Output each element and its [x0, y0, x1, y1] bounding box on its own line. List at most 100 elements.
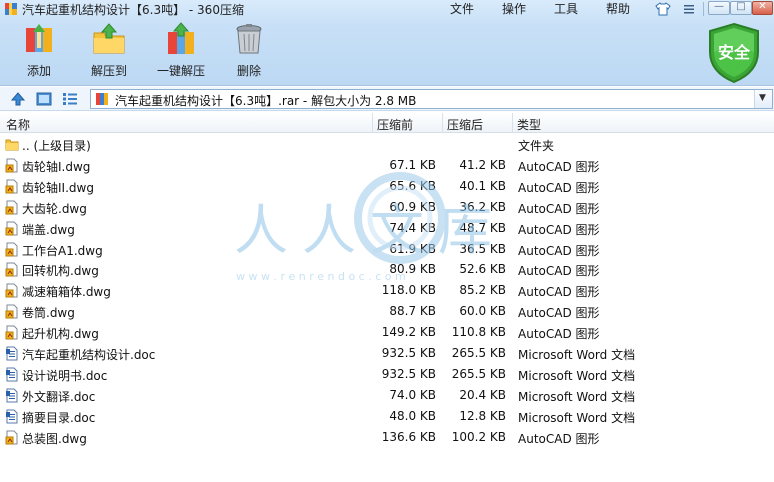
doc-file-icon: [5, 346, 19, 361]
column-type[interactable]: 类型: [517, 116, 541, 133]
file-compressed-size: 67.1 KB: [389, 157, 436, 172]
one-click-extract-button[interactable]: 一键解压: [146, 22, 216, 84]
minimize-icon: —: [714, 1, 724, 12]
file-name: 回转机构.dwg: [22, 264, 99, 279]
column-divider[interactable]: [512, 113, 513, 133]
column-divider[interactable]: [372, 113, 373, 133]
file-row[interactable]: 摘要目录.doc 48.0 KB 12.8 KB Microsoft Word 文档: [0, 406, 774, 427]
file-list[interactable]: .. (上级目录) 文件夹齿轮轴I.dwg 67.1 KB 41.2 KB AutoCA…: [0, 134, 774, 482]
app-icon: [5, 3, 17, 15]
maximize-button[interactable]: □: [730, 1, 752, 15]
file-row[interactable]: 汽车起重机结构设计.doc 932.5 KB 265.5 KB Microsoft W…: [0, 343, 774, 364]
trash-icon: [236, 24, 262, 54]
rar-archive-icon: [96, 93, 108, 105]
file-row[interactable]: 工作台A1.dwg 61.9 KB 36.5 KB AutoCAD 图形: [0, 239, 774, 260]
delete-button[interactable]: 删除: [214, 22, 284, 84]
file-compressed-size: 74.4 KB: [389, 220, 436, 235]
window-title: 汽车起重机结构设计【6.3吨】 - 360压缩: [22, 3, 244, 17]
dwg-file-icon: [5, 325, 19, 340]
file-compressed-size: 65.6 KB: [389, 178, 436, 193]
file-compressed-size: 74.0 KB: [389, 387, 436, 402]
file-type: Microsoft Word 文档: [518, 368, 636, 383]
file-uncompressed-size: 12.8 KB: [459, 408, 506, 423]
column-name[interactable]: 名称: [6, 116, 30, 133]
list-view-icon[interactable]: [62, 91, 78, 107]
dwg-file-icon: [5, 262, 19, 277]
menu-help[interactable]: 帮助: [606, 0, 630, 18]
file-type: AutoCAD 图形: [518, 180, 600, 195]
dwg-file-icon: [5, 179, 19, 194]
maximize-icon: □: [736, 1, 746, 12]
menu-tools[interactable]: 工具: [554, 0, 578, 18]
file-uncompressed-size: 265.5 KB: [451, 366, 506, 381]
menu-operations[interactable]: 操作: [502, 0, 526, 18]
file-row[interactable]: 回转机构.dwg 80.9 KB 52.6 KB AutoCAD 图形: [0, 259, 774, 280]
file-type: 文件夹: [518, 139, 555, 153]
column-uncompressed[interactable]: 压缩后: [447, 116, 483, 133]
up-level-icon[interactable]: [10, 91, 26, 107]
file-name: 外文翻译.doc: [22, 389, 96, 404]
folder-icon: [5, 137, 19, 152]
file-type: AutoCAD 图形: [518, 285, 600, 300]
file-type: Microsoft Word 文档: [518, 389, 636, 404]
file-name: 齿轮轴I.dwg: [22, 159, 91, 174]
file-row[interactable]: 齿轮轴I.dwg 67.1 KB 41.2 KB AutoCAD 图形: [0, 155, 774, 176]
file-type: AutoCAD 图形: [518, 327, 600, 342]
file-type: AutoCAD 图形: [518, 201, 600, 216]
one-click-extract-icon: [168, 22, 194, 54]
dropdown-menu-icon[interactable]: [683, 3, 695, 15]
add-button[interactable]: 添加: [4, 22, 74, 84]
file-type: AutoCAD 图形: [518, 159, 600, 174]
dwg-file-icon: [5, 221, 19, 236]
file-uncompressed-size: 100.2 KB: [451, 429, 506, 444]
address-row: 汽车起重机结构设计【6.3吨】.rar - 解包大小为 2.8 MB ▼: [0, 87, 774, 111]
file-name: 齿轮轴II.dwg: [22, 180, 94, 195]
file-compressed-size: 60.9 KB: [389, 199, 436, 214]
column-header: 名称 压缩前 压缩后 类型: [0, 113, 774, 133]
file-row[interactable]: 减速箱箱体.dwg 118.0 KB 85.2 KB AutoCAD 图形: [0, 280, 774, 301]
close-button[interactable]: ✕: [752, 1, 773, 15]
column-divider[interactable]: [442, 113, 443, 133]
file-row[interactable]: 大齿轮.dwg 60.9 KB 36.2 KB AutoCAD 图形: [0, 197, 774, 218]
file-uncompressed-size: 48.7 KB: [459, 220, 506, 235]
security-shield[interactable]: 安全: [706, 22, 762, 84]
minimize-button[interactable]: —: [708, 1, 730, 15]
file-name: 起升机构.dwg: [22, 327, 99, 342]
file-compressed-size: 80.9 KB: [389, 262, 436, 277]
add-label: 添加: [26, 64, 51, 78]
file-compressed-size: 149.2 KB: [381, 325, 436, 340]
large-icons-view-icon[interactable]: [36, 91, 52, 107]
file-uncompressed-size: 110.8 KB: [451, 325, 506, 340]
dwg-file-icon: [5, 158, 19, 173]
file-name: 大齿轮.dwg: [22, 201, 87, 216]
file-compressed-size: 932.5 KB: [381, 366, 436, 381]
menu-file[interactable]: 文件: [450, 0, 474, 18]
delete-label: 删除: [236, 64, 261, 78]
file-row[interactable]: 齿轮轴II.dwg 65.6 KB 40.1 KB AutoCAD 图形: [0, 176, 774, 197]
doc-file-icon: [5, 367, 19, 382]
file-row[interactable]: 设计说明书.doc 932.5 KB 265.5 KB Microsoft Word …: [0, 364, 774, 385]
file-uncompressed-size: 60.0 KB: [459, 304, 506, 319]
file-row[interactable]: 总装图.dwg 136.6 KB 100.2 KB AutoCAD 图形: [0, 427, 774, 448]
address-path: 汽车起重机结构设计【6.3吨】.rar - 解包大小为 2.8 MB: [115, 94, 417, 108]
extract-to-button[interactable]: 解压到: [74, 22, 144, 84]
column-compressed[interactable]: 压缩前: [377, 116, 413, 133]
skin-shirt-icon[interactable]: [655, 1, 671, 17]
file-uncompressed-size: 36.2 KB: [459, 199, 506, 214]
file-row[interactable]: 端盖.dwg 74.4 KB 48.7 KB AutoCAD 图形: [0, 218, 774, 239]
address-bar[interactable]: 汽车起重机结构设计【6.3吨】.rar - 解包大小为 2.8 MB ▼: [90, 89, 773, 109]
extract-to-folder-icon: [93, 23, 125, 54]
doc-file-icon: [5, 388, 19, 403]
file-name: 卷筒.dwg: [22, 306, 75, 321]
file-row[interactable]: 卷筒.dwg 88.7 KB 60.0 KB AutoCAD 图形: [0, 301, 774, 322]
file-name: .. (上级目录): [22, 139, 91, 153]
doc-file-icon: [5, 409, 19, 424]
file-type: Microsoft Word 文档: [518, 410, 636, 425]
file-uncompressed-size: 41.2 KB: [459, 157, 506, 172]
add-archive-icon: [26, 24, 52, 52]
file-type: AutoCAD 图形: [518, 264, 600, 279]
file-row[interactable]: 起升机构.dwg 149.2 KB 110.8 KB AutoCAD 图形: [0, 322, 774, 343]
file-row[interactable]: .. (上级目录) 文件夹: [0, 134, 774, 155]
address-dropdown-button[interactable]: ▼: [754, 90, 772, 108]
file-row[interactable]: 外文翻译.doc 74.0 KB 20.4 KB Microsoft Word 文档: [0, 385, 774, 406]
